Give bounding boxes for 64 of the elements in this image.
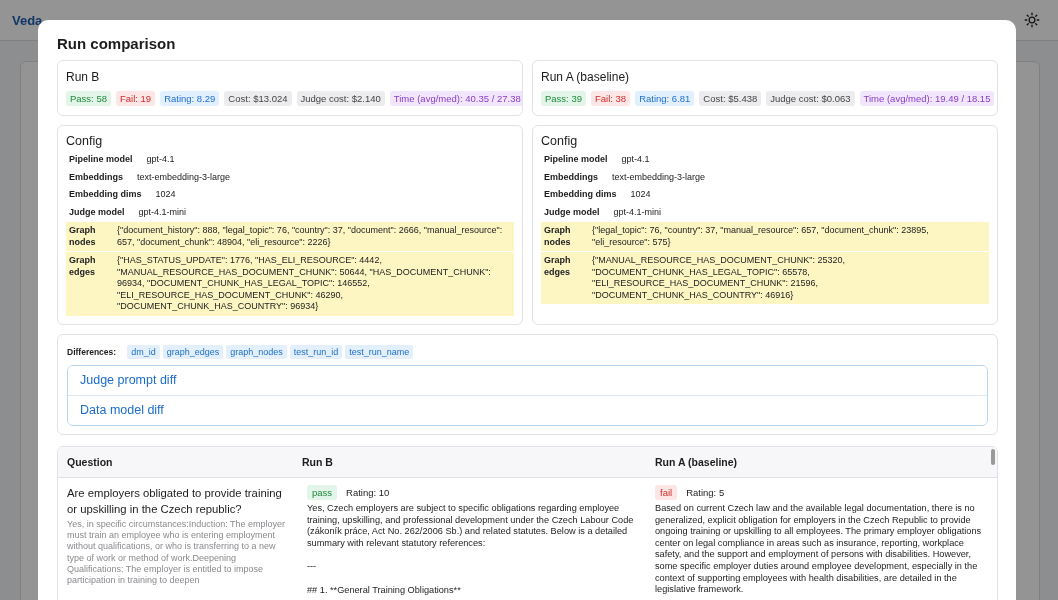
rating-text: Rating: 10 xyxy=(346,487,390,498)
stat-badge: Cost: $13.024 xyxy=(224,91,292,106)
stat-badge: Fail: 38 xyxy=(590,91,631,106)
config-label: Embedding dims xyxy=(544,189,617,201)
rating-text: Rating: 5 xyxy=(686,487,725,498)
config-label: Judge model xyxy=(544,206,600,218)
stat-badge: Time (avg/med): 19.49 / 18.15 xyxy=(859,91,995,106)
question-text: Are employers obligated to provide training or upskilling in the Czech republic? xyxy=(67,486,283,517)
difference-tag: graph_edges xyxy=(162,345,224,359)
column-header: Run A (baseline) xyxy=(654,456,739,468)
stat-badge: Fail: 19 xyxy=(115,91,156,106)
answer-text: ## 1. **General Training Obligations** xyxy=(307,584,462,597)
answer-text: Based on current Czech law and the available legal documentation, there is no generalized, explicit obligation for employers in the Czech Republic to provide ongoing training or upskilling to all employees. The primary employer obligations center on legal compliance in areas such as insurance, reporting, workplace safety, and the support and employment of persons with disabilities. However, some specific employer duties around employee development, especially in the context of supporting employees with health disabilities, are detailed in the legislative framework. xyxy=(655,503,983,596)
theme-toggle-icon[interactable] xyxy=(1024,12,1040,28)
difference-tag: dm_id xyxy=(127,345,160,359)
config-label: Embeddings xyxy=(69,171,123,183)
config-value: gpt-4.1-mini xyxy=(613,206,662,218)
run-title: Run B xyxy=(66,70,101,84)
answer-text: Yes, Czech employers are subject to specific obligations regarding employee training, upskilling, and professional development under the Czech Labour Code (zákoník práce, Act No. 262/2006 Sb.) and related statutes. Below is a detailed summary with relevant statutory references: xyxy=(307,503,635,550)
stat-badge: Judge cost: $2.140 xyxy=(296,91,385,106)
answer-text: --- xyxy=(307,561,318,573)
differences-label: Differences: xyxy=(67,347,117,357)
dialog-title: Run comparison xyxy=(57,34,177,54)
stat-badge: Rating: 8.29 xyxy=(160,91,220,106)
brand-logo[interactable]: Veda xyxy=(12,12,43,28)
config-label: Embedding dims xyxy=(69,189,142,201)
config-label: Graph edges xyxy=(544,255,572,279)
column-header: Run B xyxy=(301,456,334,468)
config-label: Pipeline model xyxy=(544,154,608,166)
scrollbar[interactable] xyxy=(991,449,995,465)
stat-badge: Judge cost: $0.063 xyxy=(766,91,855,106)
config-value: {"legal_topic": 76, "country": 37, "manual_resource": 657, "document_chunk": 23895, "eli_resource": 575} xyxy=(592,225,930,248)
config-value: gpt-4.1 xyxy=(146,154,175,166)
config-title: Config xyxy=(541,134,579,148)
config-value: {"document_history": 888, "legal_topic": 76, "country": 37, "document": 2666, "manual_resource": 657, "document_chunk": 48904, "eli_resource": 2226} xyxy=(117,225,504,248)
reference-answer: Yes, in specific circumstances:Induction: The employer must train an employee who is entering employment without qualifications, or who is transferring to a new type of work or method of work.Deepening Qualifications: The employer is entitled to impose participation in training to deepen xyxy=(67,519,287,587)
config-label: Pipeline model xyxy=(69,154,133,166)
accordion-item[interactable]: Data model diff xyxy=(68,395,987,425)
config-value: text-embedding-3-large xyxy=(612,171,706,183)
config-value: {"HAS_STATUS_UPDATE": 1776, "HAS_ELI_RESOURCE": 4442, "MANUAL_RESOURCE_HAS_DOCUMENT_CHUNK": 50644, "HAS_DOCUMENT_CHUNK": 96934, "DOCUMENT_CHUNK_HAS_LEGAL_TOPIC": 146552, "ELI_RESOURCE_HAS_DOCUMENT_CHUNK": 46290, "DOCUMENT_CHUNK_HAS_COUNTRY": 96934} xyxy=(117,255,492,313)
stat-badge: Rating: 6.81 xyxy=(635,91,695,106)
stat-badge: Time (avg/med): 40.35 / 27.38 xyxy=(389,91,522,106)
difference-tag: test_run_id xyxy=(289,345,343,359)
config-label: Graph nodes xyxy=(69,225,97,248)
difference-tag: test_run_name xyxy=(345,345,414,359)
run-title: Run A (baseline) xyxy=(541,70,631,84)
config-label: Judge model xyxy=(69,206,125,218)
config-value: 1024 xyxy=(630,189,651,201)
config-value: gpt-4.1 xyxy=(621,154,650,166)
difference-tag: graph_nodes xyxy=(226,345,287,359)
config-value: {"MANUAL_RESOURCE_HAS_DOCUMENT_CHUNK": 25320, "DOCUMENT_CHUNK_HAS_LEGAL_TOPIC": 65578, "ELI_RESOURCE_HAS_DOCUMENT_CHUNK": 21596, "DOCUMENT_CHUNK_HAS_COUNTRY": 46916} xyxy=(592,255,846,301)
verdict-badge: fail xyxy=(655,485,678,500)
stat-badge: Cost: $5.438 xyxy=(699,91,762,106)
verdict-badge: pass xyxy=(307,485,338,500)
config-label: Embeddings xyxy=(544,171,598,183)
config-value: gpt-4.1-mini xyxy=(138,206,187,218)
config-label: Graph edges xyxy=(69,255,97,279)
column-header: Question xyxy=(66,456,114,468)
config-title: Config xyxy=(66,134,104,148)
config-value: 1024 xyxy=(155,189,176,201)
stat-badge: Pass: 58 xyxy=(66,91,111,106)
config-value: text-embedding-3-large xyxy=(137,171,231,183)
stat-badge: Pass: 39 xyxy=(541,91,586,106)
config-label: Graph nodes xyxy=(544,225,572,248)
